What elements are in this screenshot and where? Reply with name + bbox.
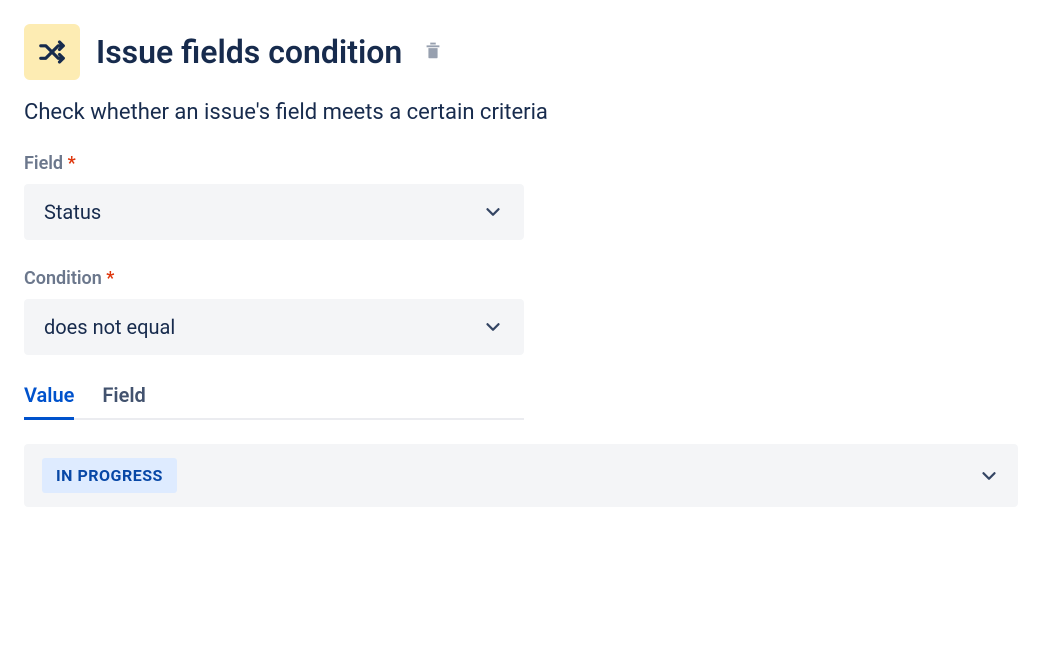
status-badge: IN PROGRESS [42, 458, 177, 493]
condition-label: Condition * [24, 268, 1018, 289]
required-asterisk: * [68, 153, 76, 174]
condition-label-text: Condition [24, 268, 102, 289]
required-asterisk: * [106, 268, 114, 289]
header-row: Issue fields condition [24, 24, 1018, 80]
chevron-down-icon [978, 465, 1000, 487]
tab-field[interactable]: Field [102, 383, 145, 420]
description-text: Check whether an issue's field meets a c… [24, 100, 1018, 125]
page-title: Issue fields condition [96, 33, 402, 71]
shuffle-icon [37, 37, 67, 67]
condition-select[interactable]: does not equal [24, 299, 524, 355]
field-label-text: Field [24, 153, 63, 174]
value-select[interactable]: IN PROGRESS [24, 444, 1018, 507]
field-select[interactable]: Status [24, 184, 524, 240]
delete-button[interactable] [418, 35, 448, 69]
condition-select-value: does not equal [44, 315, 175, 339]
trash-icon [422, 39, 444, 61]
field-select-value: Status [44, 200, 101, 224]
chevron-down-icon [482, 201, 504, 223]
chevron-down-icon [482, 316, 504, 338]
tabs: Value Field [24, 383, 524, 420]
field-label: Field * [24, 153, 1018, 174]
field-section: Field * Status [24, 153, 1018, 240]
tab-value[interactable]: Value [24, 383, 74, 420]
condition-icon-box [24, 24, 80, 80]
condition-section: Condition * does not equal [24, 268, 1018, 355]
